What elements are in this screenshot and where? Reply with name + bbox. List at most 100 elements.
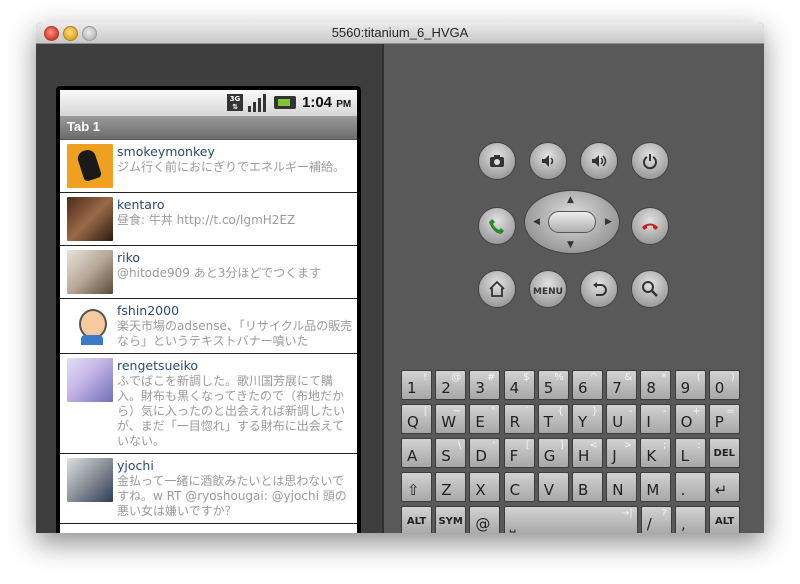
dpad-center-button[interactable] [548,211,596,233]
key-row2-8[interactable]: O + [674,404,706,434]
key-row5-3[interactable]: ⎵ →| [503,506,638,533]
key-row4-5[interactable]: B [572,472,603,502]
key-row1-4[interactable]: 5% [537,370,569,400]
tweet-row[interactable]: smokeymonkey ジム行く前におにぎりでエネルギー補給。 [60,140,357,193]
key-row2-9[interactable]: P = [708,404,740,434]
key-row3-8[interactable]: L: [674,438,706,468]
tweet-text: @hitode909 あと3分ほどでつくます [117,266,322,280]
tab-title: Tab 1 [67,119,100,134]
key-alt-label: [ [525,440,530,451]
tweet-row[interactable]: fshin2000 楽天市場のadsense、「リサイクル品の販売なら」というテキ… [60,299,357,354]
dpad-right-icon[interactable]: ▶ [605,218,612,227]
tweet-row[interactable]: rengetsueiko ふでばこを新調した。歌川国芳展にて購入。財布も黒くなって… [60,354,357,454]
key-row5-5[interactable]: , [675,506,706,533]
dpad-down-icon[interactable]: ▼ [567,241,574,250]
key-row1-0[interactable]: 1! [401,370,432,400]
key-row1-2[interactable]: 3 # [469,370,501,400]
key-row1-1[interactable]: 2 @ [435,370,467,400]
key-row1-3[interactable]: 4 $ [503,370,535,400]
key-row4-0[interactable]: ⇧ [401,472,432,502]
key-row3-7[interactable]: K; [640,438,672,468]
tweet-row[interactable]: riko @hitode909 あと3分ほどでつくます [60,246,357,299]
key-row2-1[interactable]: W ~ [435,404,467,434]
key-row2-7[interactable]: I- [640,404,672,434]
tweet-list[interactable]: smokeymonkey ジム行く前におにぎりでエネルギー補給。 kentaro 昼食… [60,140,357,533]
key-alt-label: ( [696,372,701,383]
end-call-icon [642,223,658,230]
key-alt-label: ) [730,372,735,383]
dpad[interactable]: ▲ ▼ ◀ ▶ [524,190,620,254]
key-row3-0[interactable]: A [401,438,432,468]
power-button[interactable] [631,142,669,180]
key-alt-label: { [557,406,564,417]
key-label: ⎵ [509,515,516,533]
avatar [67,303,113,347]
dpad-left-icon[interactable]: ◀ [533,218,540,227]
key-row3-9[interactable]: DEL [708,438,740,468]
key-row2-6[interactable]: U- [606,404,638,434]
key-label: C [509,481,521,499]
key-label: ↵ [714,481,728,499]
avatar [67,358,113,402]
key-label: @ [475,515,491,533]
key-alt-label: ; [663,440,667,451]
key-row4-6[interactable]: N [606,472,638,502]
key-label: DEL [713,448,736,459]
clock: 1:04 PM [302,94,352,111]
key-row2-0[interactable]: Q | [401,404,432,434]
call-button[interactable] [478,207,516,245]
search-button[interactable] [631,270,669,308]
key-label: P [714,413,724,431]
key-alt-label: % [554,372,564,383]
key-label: K [646,447,657,465]
key-row5-1[interactable]: SYM [435,506,467,533]
key-row4-2[interactable]: X [469,472,501,502]
key-row3-5[interactable]: H < [572,438,603,468]
volume-up-button[interactable] [580,142,618,180]
key-row4-3[interactable]: C [503,472,535,502]
key-row3-1[interactable]: S \ [435,438,467,468]
tweet-content: smokeymonkey ジム行く前におにぎりでエネルギー補給。 [117,144,353,188]
key-row4-7[interactable]: M [640,472,672,502]
key-row4-4[interactable]: V [537,472,569,502]
key-row1-6[interactable]: 7 & [606,370,638,400]
key-row1-5[interactable]: 6 ^ [572,370,603,400]
key-label: 1 [407,379,417,397]
dpad-up-icon[interactable]: ▲ [567,196,574,205]
tweet-text: 昼食: 牛丼 http://t.co/IgmH2EZ [117,213,296,227]
tweet-row[interactable]: yjochi 金払って一緒に酒飲みたいとは思わないですね。w RT @ryosho… [60,454,357,524]
key-row1-7[interactable]: 8 * [640,370,672,400]
back-button[interactable] [580,270,618,308]
home-button[interactable] [478,270,516,308]
key-label: O [680,413,693,431]
key-row3-4[interactable]: G] [537,438,569,468]
tweet-row[interactable]: kentaro 昼食: 牛丼 http://t.co/IgmH2EZ [60,193,357,246]
key-row3-6[interactable]: J > [606,438,638,468]
key-row5-6[interactable]: ALT [709,506,741,533]
key-label: 4 [509,379,520,397]
key-row5-2[interactable]: @ [469,506,501,533]
key-row2-5[interactable]: Y} [572,404,603,434]
volume-down-button[interactable] [529,142,567,180]
key-row2-2[interactable]: E " [469,404,501,434]
key-row3-2[interactable]: D ' [469,438,501,468]
key-row2-3[interactable]: R ` [503,404,535,434]
key-row1-8[interactable]: 9( [674,370,706,400]
tab-bar: Tab 1 [60,116,357,140]
key-row1-9[interactable]: 0) [708,370,740,400]
end-call-button[interactable] [631,207,669,245]
key-row4-9[interactable]: ↵ [708,472,740,502]
key-row5-4[interactable]: /? [640,506,672,533]
signal-icon [248,94,268,112]
key-label: B [578,481,589,499]
key-row2-4[interactable]: T{ [537,404,569,434]
key-alt-label: " [490,406,496,417]
key-row4-8[interactable]: . [674,472,706,502]
back-icon [593,282,607,296]
key-row5-0[interactable]: ALT [401,506,432,533]
camera-button[interactable] [478,142,516,180]
menu-button[interactable]: MENU [529,270,567,308]
key-row3-3[interactable]: F[ [503,438,535,468]
tweet-content: yjochi 金払って一緒に酒飲みたいとは思わないですね。w RT @ryosho… [117,458,353,519]
key-row4-1[interactable]: Z [435,472,467,502]
